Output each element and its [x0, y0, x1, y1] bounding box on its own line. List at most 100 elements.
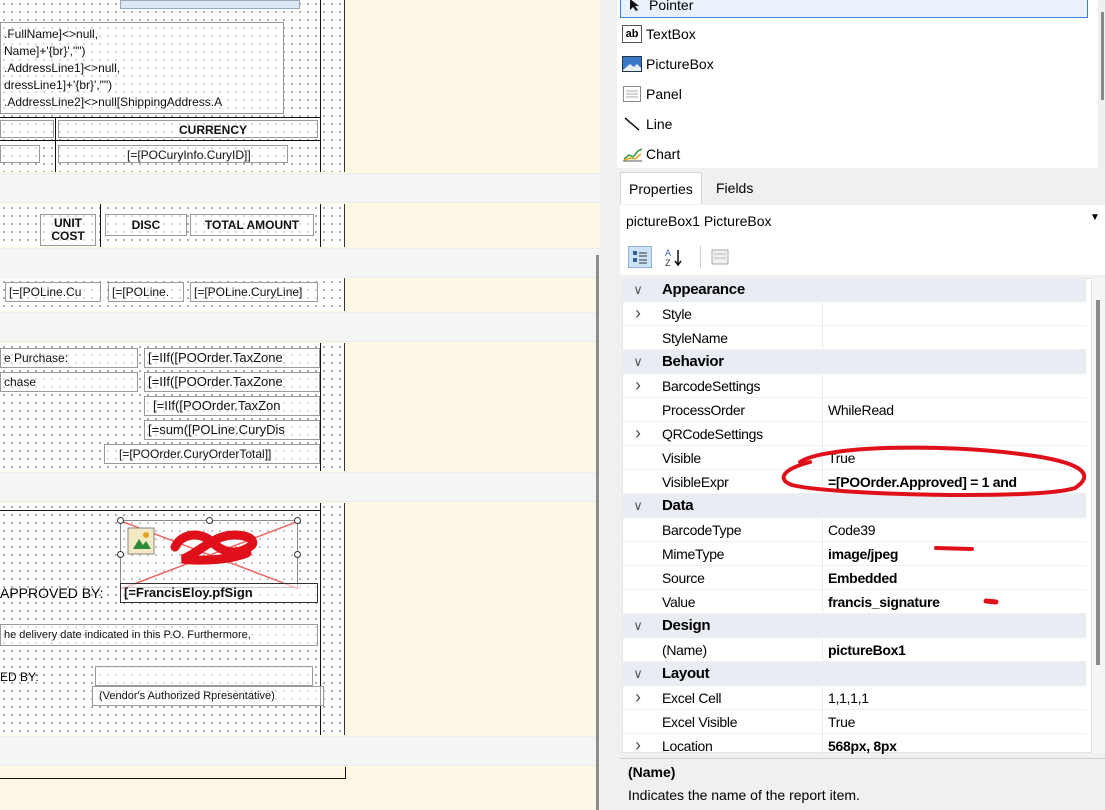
expand-chevron-icon[interactable]: › [632, 735, 644, 756]
tab-properties[interactable]: Properties [620, 172, 702, 204]
toolbox-item-chart[interactable]: Chart [622, 140, 680, 168]
toolbox-item-textbox[interactable]: ab TextBox [622, 20, 696, 48]
property-row[interactable]: › BarcodeSettings [622, 373, 1086, 398]
property-category-row[interactable]: ∨ Design [622, 614, 1086, 638]
property-pages-icon [711, 249, 729, 265]
shipping-address-textbox[interactable]: .FullName]<>null, Name]+'{br}',"") .Addr… [0, 22, 284, 114]
property-name: Style [662, 305, 692, 322]
property-value[interactable] [822, 301, 1086, 326]
property-row[interactable]: › Style [622, 301, 1086, 326]
property-value[interactable] [822, 325, 1086, 350]
currency-header[interactable]: CURRENCY [58, 120, 318, 138]
toolbox-item-label: TextBox [646, 26, 696, 42]
expand-chevron-icon[interactable]: › [632, 375, 644, 396]
resize-handle[interactable] [294, 551, 301, 558]
property-name: Location [662, 737, 713, 754]
band-separator[interactable] [0, 736, 600, 766]
summary-value[interactable]: [=sum([POLine.CuryDis [144, 420, 320, 440]
collapse-chevron-icon[interactable]: ∨ [632, 354, 644, 370]
selected-item-strip[interactable] [120, 0, 300, 9]
currency-value[interactable]: [=[POCuryInfo.CuryID]] [58, 145, 288, 163]
object-selector-dropdown[interactable]: pictureBox1 PictureBox [620, 205, 1105, 237]
chevron-down-icon[interactable]: ▼ [1090, 212, 1100, 223]
property-category-row[interactable]: ∨ Appearance [622, 278, 1086, 302]
red-annotation-marks [781, 445, 1087, 605]
collapse-chevron-icon[interactable]: ∨ [632, 666, 644, 682]
property-category-row[interactable]: ∨ Behavior [622, 350, 1086, 374]
line-total-field[interactable]: [=[POLine.CuryLine] [190, 282, 318, 302]
property-name: Design [662, 617, 711, 634]
received-by-label: ED BY: [0, 670, 39, 684]
property-value[interactable]: 1,1,1,1 [822, 685, 1086, 710]
toolbox-item-label: Line [646, 116, 673, 132]
terms-text[interactable]: he delivery date indicated in this P.O. … [0, 624, 318, 646]
collapse-chevron-icon[interactable]: ∨ [632, 618, 644, 634]
property-name: Appearance [662, 281, 745, 298]
toolbox-item-pointer[interactable]: Pointer [620, 0, 1088, 18]
toolbox-item-line[interactable]: Line [622, 110, 672, 138]
expand-chevron-icon[interactable]: › [632, 423, 644, 444]
collapse-chevron-icon[interactable]: ∨ [632, 498, 644, 514]
alphabetical-view-button[interactable]: AZ [662, 246, 686, 268]
property-row[interactable]: ProcessOrder WhileRead [622, 397, 1086, 422]
address-line: .AddressLine2]<>null[ShippingAddress.A [4, 95, 223, 109]
unit-cost-header[interactable]: UNIT COST [40, 214, 96, 246]
pointer-icon [625, 0, 645, 14]
picturebox1-selected[interactable] [117, 517, 301, 589]
categorized-view-button[interactable] [628, 246, 652, 268]
toolbox-item-picturebox[interactable]: PictureBox [622, 50, 714, 78]
toolbox-item-panel[interactable]: Panel [622, 80, 682, 108]
toolbox-item-label: PictureBox [646, 56, 714, 72]
band-separator[interactable] [0, 312, 600, 342]
summary-value[interactable]: [=IIf([POOrder.TaxZon [144, 396, 320, 416]
summary-value[interactable]: [=IIf([POOrder.TaxZone [144, 348, 320, 368]
property-row[interactable]: (Name) pictureBox1 [622, 637, 1086, 662]
received-by-field[interactable] [95, 666, 313, 686]
toolbox-scrollbar-thumb[interactable] [1101, 12, 1104, 100]
collapse-chevron-icon[interactable]: ∨ [632, 282, 644, 298]
resize-handle[interactable] [206, 517, 213, 524]
approved-by-signature-field[interactable]: [=FrancisEloy.pfSign [120, 583, 318, 603]
report-designer-canvas[interactable]: .FullName]<>null, Name]+'{br}',"") .Addr… [0, 0, 600, 810]
property-value[interactable] [822, 373, 1086, 398]
line-disc-field[interactable]: [=[POLine. [108, 282, 184, 302]
blank-cell[interactable] [0, 145, 40, 163]
object-selector-value: pictureBox1 PictureBox [626, 213, 772, 229]
property-row[interactable]: › Excel Cell 1,1,1,1 [622, 685, 1086, 710]
property-value[interactable]: 568px, 8px [822, 733, 1086, 758]
resize-handle[interactable] [117, 551, 124, 558]
total-amount-header[interactable]: TOTAL AMOUNT [190, 214, 314, 236]
band-separator[interactable] [0, 173, 600, 203]
property-row[interactable]: StyleName [622, 325, 1086, 350]
address-line: dressLine1]+'{br}',"") [4, 78, 113, 92]
band-separator[interactable] [0, 248, 600, 278]
order-total-value[interactable]: [=[POOrder.CuryOrderTotal]] [104, 444, 320, 464]
property-grid-scrollbar-thumb[interactable] [1096, 300, 1100, 665]
blank-header-cell[interactable] [0, 120, 54, 138]
band-separator[interactable] [0, 472, 600, 502]
property-value[interactable]: WhileRead [822, 397, 1086, 422]
svg-text:A: A [665, 248, 671, 258]
toolbox-item-label: Panel [646, 86, 682, 102]
address-line: .FullName]<>null, [4, 27, 99, 41]
help-title: (Name) [628, 764, 676, 780]
panel-splitter[interactable] [596, 255, 599, 810]
property-pages-button[interactable] [708, 246, 732, 268]
resize-handle[interactable] [117, 517, 124, 524]
property-value[interactable]: pictureBox1 [822, 637, 1086, 662]
property-row[interactable]: › Location 568px, 8px [622, 733, 1086, 758]
property-row[interactable]: Excel Visible True [622, 709, 1086, 734]
tab-fields[interactable]: Fields [708, 172, 761, 204]
summary-label[interactable]: chase [0, 372, 138, 392]
picturebox-icon [622, 55, 642, 73]
property-category-row[interactable]: ∨ Layout [622, 662, 1086, 686]
disc-header[interactable]: DISC [105, 214, 187, 236]
resize-handle[interactable] [294, 517, 301, 524]
expand-chevron-icon[interactable]: › [632, 687, 644, 708]
property-value[interactable]: True [822, 709, 1086, 734]
expand-chevron-icon[interactable]: › [632, 303, 644, 324]
summary-value[interactable]: [=IIf([POOrder.TaxZone [144, 372, 320, 392]
vendor-rep-label[interactable]: (Vendor's Authorized Rpresentative) [92, 686, 324, 706]
line-unit-cost-field[interactable]: [=[POLine.Cu [5, 282, 101, 302]
summary-label[interactable]: e Purchase: [0, 348, 138, 368]
